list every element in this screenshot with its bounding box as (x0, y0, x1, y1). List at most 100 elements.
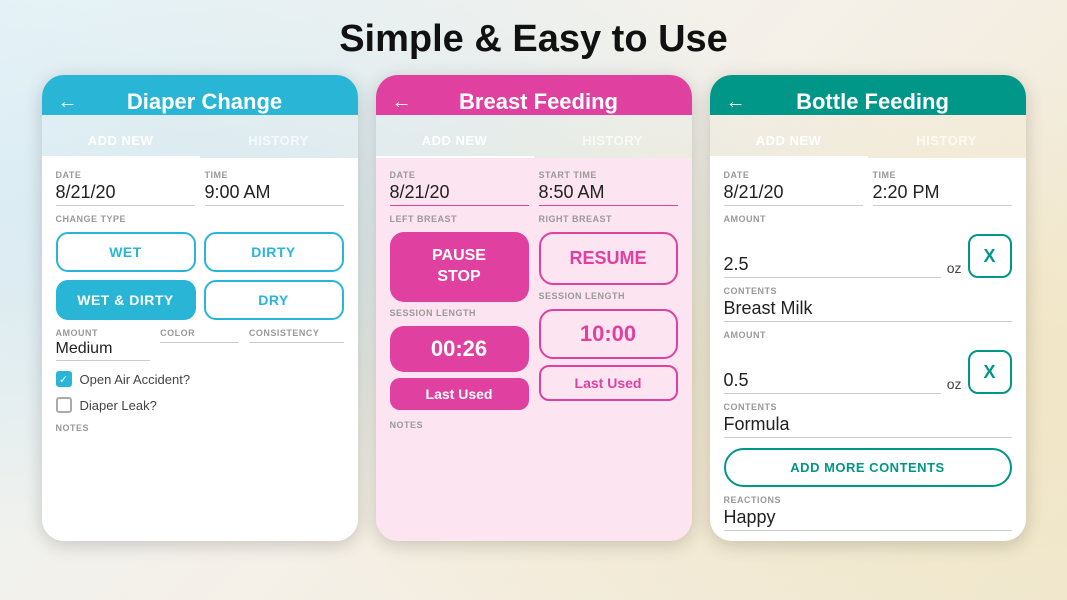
diaper-notes-label: NOTES (56, 423, 344, 433)
bottle-title: Bottle Feeding (756, 89, 1010, 115)
diaper-time-group: TIME 9:00 AM (205, 170, 344, 206)
diaper-title: Diaper Change (88, 89, 342, 115)
breast-body: DATE 8/21/20 START TIME 8:50 AM LEFT BRE… (376, 158, 692, 541)
breast-date-time-row: DATE 8/21/20 START TIME 8:50 AM (390, 170, 678, 206)
diaper-check1-row: ✓ Open Air Accident? (56, 371, 344, 387)
diaper-btn-wet[interactable]: WET (56, 232, 196, 272)
diaper-color-value[interactable] (160, 340, 239, 343)
bottle-date-time-row: DATE 8/21/20 TIME 2:20 PM (724, 170, 1012, 206)
bottle-date-group: DATE 8/21/20 (724, 170, 863, 206)
bottle-amount2-group: 0.5 (724, 370, 941, 394)
diaper-date-group: DATE 8/21/20 (56, 170, 195, 206)
diaper-date-label: DATE (56, 170, 195, 180)
diaper-color-group: COLOR (160, 328, 239, 361)
bottle-contents2-label: CONTENTS (724, 402, 1012, 412)
breast-left-col: LEFT BREAST PAUSE STOP SESSION LENGTH 00… (390, 214, 529, 410)
bottle-x1-btn[interactable]: X (968, 234, 1012, 278)
breast-notes-label: NOTES (390, 420, 678, 430)
breast-stop-label: STOP (437, 268, 480, 285)
breast-last-used1[interactable]: Last Used (390, 378, 529, 410)
bottle-time-group: TIME 2:20 PM (873, 170, 1012, 206)
diaper-tab-history[interactable]: HISTORY (200, 125, 358, 158)
bottle-amount1-row: 2.5 oz X (724, 234, 1012, 278)
bottle-tabs: ADD NEW HISTORY (710, 125, 1026, 158)
bottle-contents1-group: CONTENTS Breast Milk (724, 286, 1012, 322)
diaper-check2-row: Diaper Leak? (56, 397, 344, 413)
diaper-card: ← Diaper Change ADD NEW HISTORY DATE 8/2… (42, 75, 358, 541)
diaper-check1-box[interactable]: ✓ (56, 371, 72, 387)
diaper-check2-label: Diaper Leak? (80, 398, 157, 413)
diaper-btn-dry[interactable]: DRY (204, 280, 344, 320)
breast-pause-label: PAUSE (432, 247, 486, 264)
diaper-color-label: COLOR (160, 328, 239, 338)
diaper-change-type-label: CHANGE TYPE (56, 214, 344, 224)
bottle-contents2-group: CONTENTS Formula (724, 402, 1012, 438)
breast-session-label2: SESSION LENGTH (539, 291, 678, 301)
bottle-x2-btn[interactable]: X (968, 350, 1012, 394)
breast-card: ← Breast Feeding ADD NEW HISTORY DATE 8/… (376, 75, 692, 541)
bottle-amount1-group: 2.5 (724, 254, 941, 278)
breast-starttime-label: START TIME (539, 170, 678, 180)
breast-back-arrow[interactable]: ← (392, 91, 412, 114)
breast-right-label: RIGHT BREAST (539, 214, 678, 224)
breast-left-label: LEFT BREAST (390, 214, 529, 224)
diaper-consistency-value[interactable] (249, 340, 344, 343)
page-title: Simple & Easy to Use (0, 0, 1067, 75)
bottle-time-value[interactable]: 2:20 PM (873, 182, 1012, 206)
diaper-btn-grid: WET DIRTY WET & DIRTY DRY (56, 232, 344, 320)
bottle-amount2-label: AMOUNT (724, 330, 1012, 340)
bottle-reactions-value[interactable]: Happy (724, 507, 1012, 531)
bottle-amount1-value[interactable]: 2.5 (724, 254, 941, 278)
diaper-check1-label: Open Air Accident? (80, 372, 191, 387)
bottle-contents2-value[interactable]: Formula (724, 414, 1012, 438)
diaper-amount-row: AMOUNT Medium COLOR CONSISTENCY (56, 328, 344, 361)
cards-row: ← Diaper Change ADD NEW HISTORY DATE 8/2… (0, 75, 1067, 541)
breast-tab-history[interactable]: HISTORY (534, 125, 692, 158)
bottle-card: ← Bottle Feeding ADD NEW HISTORY DATE 8/… (710, 75, 1026, 541)
diaper-tabs: ADD NEW HISTORY (42, 125, 358, 158)
diaper-btn-wet-dirty[interactable]: WET & DIRTY (56, 280, 196, 320)
bottle-contents1-label: CONTENTS (724, 286, 1012, 296)
diaper-consistency-group: CONSISTENCY (249, 328, 344, 361)
diaper-back-arrow[interactable]: ← (58, 91, 78, 114)
bottle-amount1-label: AMOUNT (724, 214, 1012, 224)
breast-date-group: DATE 8/21/20 (390, 170, 529, 206)
bottle-tab-history[interactable]: HISTORY (868, 125, 1026, 158)
bottle-contents1-value[interactable]: Breast Milk (724, 298, 1012, 322)
bottle-time-label: TIME (873, 170, 1012, 180)
bottle-add-more-btn[interactable]: ADD MORE CONTENTS (724, 448, 1012, 487)
diaper-check2-box[interactable] (56, 397, 72, 413)
diaper-tab-add-new[interactable]: ADD NEW (42, 125, 200, 158)
bottle-date-value[interactable]: 8/21/20 (724, 182, 863, 206)
bottle-back-arrow[interactable]: ← (726, 91, 746, 114)
bottle-amount2-value[interactable]: 0.5 (724, 370, 941, 394)
diaper-body: DATE 8/21/20 TIME 9:00 AM CHANGE TYPE WE… (42, 158, 358, 541)
breast-session-value2[interactable]: 10:00 (539, 309, 678, 359)
breast-last-used2[interactable]: Last Used (539, 365, 678, 401)
diaper-time-label: TIME (205, 170, 344, 180)
breast-tab-add-new[interactable]: ADD NEW (376, 125, 534, 158)
breast-pause-stop-btn[interactable]: PAUSE STOP (390, 232, 529, 302)
diaper-header: ← Diaper Change (42, 75, 358, 115)
bottle-oz2-label: oz (947, 376, 962, 394)
diaper-btn-dirty[interactable]: DIRTY (204, 232, 344, 272)
breast-starttime-group: START TIME 8:50 AM (539, 170, 678, 206)
diaper-date-value[interactable]: 8/21/20 (56, 182, 195, 206)
diaper-amount-value[interactable]: Medium (56, 340, 151, 361)
breast-header: ← Breast Feeding (376, 75, 692, 115)
breast-date-value[interactable]: 8/21/20 (390, 182, 529, 206)
bottle-tab-add-new[interactable]: ADD NEW (710, 125, 868, 158)
bottle-body: DATE 8/21/20 TIME 2:20 PM AMOUNT 2.5 oz … (710, 158, 1026, 541)
breast-resume-btn[interactable]: RESUME (539, 232, 678, 285)
bottle-amount2-row: 0.5 oz X (724, 350, 1012, 394)
breast-tabs: ADD NEW HISTORY (376, 125, 692, 158)
bottle-reactions-group: REACTIONS Happy (724, 495, 1012, 531)
diaper-amount-label: AMOUNT (56, 328, 151, 338)
diaper-consistency-label: CONSISTENCY (249, 328, 344, 338)
diaper-check1-mark: ✓ (59, 373, 68, 386)
breast-session-value1[interactable]: 00:26 (390, 326, 529, 372)
diaper-time-value[interactable]: 9:00 AM (205, 182, 344, 206)
breast-lr-row: LEFT BREAST PAUSE STOP SESSION LENGTH 00… (390, 214, 678, 410)
breast-right-col: RIGHT BREAST RESUME SESSION LENGTH 10:00… (539, 214, 678, 410)
breast-starttime-value[interactable]: 8:50 AM (539, 182, 678, 206)
